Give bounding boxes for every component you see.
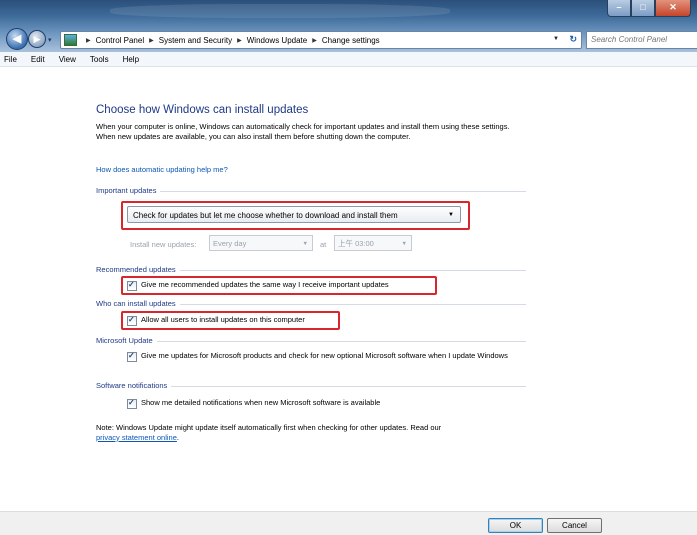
search-box[interactable] [586, 31, 697, 49]
privacy-note: Note: Windows Update might update itself… [96, 423, 526, 442]
microsoft-update-label: Give me updates for Microsoft products a… [141, 351, 508, 360]
software-notifications-checkbox[interactable] [127, 398, 137, 409]
intro-text: When your computer is online, Windows ca… [96, 122, 510, 141]
breadcrumb-change-settings[interactable]: Change settings [322, 36, 380, 45]
microsoft-update-section: Microsoft Update [96, 336, 526, 345]
settings-content: Choose how Windows can install updates W… [96, 104, 526, 141]
allow-all-users-option[interactable]: Allow all users to install updates on th… [127, 315, 305, 326]
important-updates-heading: Important updates [96, 186, 161, 195]
allow-all-users-checkbox[interactable] [127, 315, 137, 326]
at-label: at [320, 240, 327, 249]
breadcrumb-separator-icon[interactable]: ▶ [86, 37, 91, 44]
menu-file[interactable]: File [0, 55, 24, 64]
recommended-updates-checkbox[interactable] [127, 280, 137, 291]
search-input[interactable] [587, 32, 695, 46]
microsoft-update-checkbox[interactable] [127, 351, 137, 362]
important-updates-dropdown[interactable]: Check for updates but let me choose whet… [127, 206, 461, 223]
recommended-updates-option[interactable]: Give me recommended updates the same way… [127, 280, 389, 291]
chevron-down-icon: ▼ [448, 212, 454, 218]
address-dropdown-icon[interactable]: ▼ [553, 36, 559, 42]
install-day-value: Every day [213, 239, 247, 248]
address-bar[interactable]: ▶ Control Panel ▶ System and Security ▶ … [60, 31, 582, 49]
who-can-install-section: Who can install updates [96, 299, 526, 308]
titlebar-glass [110, 4, 450, 18]
software-notifications-option[interactable]: Show me detailed notifications when new … [127, 398, 380, 409]
important-updates-selected: Check for updates but let me choose whet… [133, 211, 398, 220]
section-divider [96, 341, 526, 342]
privacy-note-text: Note: Windows Update might update itself… [96, 423, 442, 432]
software-notifications-label: Show me detailed notifications when new … [141, 398, 381, 407]
software-notifications-section: Software notifications [96, 381, 526, 390]
maximize-icon[interactable]: □ [631, 0, 655, 17]
menu-edit[interactable]: Edit [24, 55, 52, 64]
allow-all-users-label: Allow all users to install updates on th… [141, 315, 305, 324]
breadcrumb-separator-icon[interactable]: ▶ [149, 37, 154, 44]
chevron-down-icon: ▼ [401, 241, 407, 247]
cancel-button[interactable]: Cancel [547, 518, 602, 533]
menu-view[interactable]: View [52, 55, 83, 64]
minimize-icon[interactable]: – [607, 0, 631, 17]
breadcrumb-windows-update[interactable]: Windows Update [247, 36, 307, 45]
ok-button[interactable]: OK [488, 518, 543, 533]
menu-help[interactable]: Help [116, 55, 146, 64]
note-period: . [176, 432, 179, 442]
software-notifications-heading: Software notifications [96, 381, 172, 390]
section-divider [96, 191, 526, 192]
chevron-down-icon: ▼ [302, 241, 308, 247]
breadcrumb: ▶ Control Panel ▶ System and Security ▶ … [81, 36, 380, 45]
page-title: Choose how Windows can install updates [96, 104, 309, 116]
control-panel-icon [64, 34, 77, 46]
recommended-updates-heading: Recommended updates [96, 265, 180, 274]
install-day-dropdown[interactable]: Every day ▼ [209, 235, 313, 251]
breadcrumb-separator-icon[interactable]: ▶ [312, 37, 317, 44]
history-dropdown-icon[interactable]: ▾ [48, 36, 52, 44]
install-time-value: 上午 03:00 [338, 239, 374, 248]
recommended-updates-section: Recommended updates [96, 265, 526, 274]
important-updates-section: Important updates [96, 186, 526, 195]
install-time-dropdown[interactable]: 上午 03:00 ▼ [334, 235, 412, 251]
refresh-icon[interactable]: ↻ [569, 34, 577, 45]
install-new-updates-label: Install new updates: [130, 240, 197, 249]
breadcrumb-system-security[interactable]: System and Security [159, 36, 232, 45]
forward-arrow-icon[interactable]: ▶ [28, 30, 46, 48]
menu-bar: File Edit View Tools Help [0, 52, 697, 67]
microsoft-update-option[interactable]: Give me updates for Microsoft products a… [127, 351, 519, 362]
recommended-updates-label: Give me recommended updates the same way… [141, 280, 389, 289]
back-arrow-icon[interactable]: ◀ [6, 28, 28, 50]
microsoft-update-heading: Microsoft Update [96, 336, 157, 345]
help-link[interactable]: How does automatic updating help me? [96, 165, 228, 174]
privacy-statement-link[interactable]: privacy statement online [96, 433, 177, 442]
menu-tools[interactable]: Tools [83, 55, 116, 64]
breadcrumb-control-panel[interactable]: Control Panel [96, 36, 144, 45]
window-controls: – □ ✕ [607, 0, 691, 18]
who-can-install-heading: Who can install updates [96, 299, 180, 308]
close-icon[interactable]: ✕ [655, 0, 691, 17]
breadcrumb-separator-icon[interactable]: ▶ [237, 37, 242, 44]
